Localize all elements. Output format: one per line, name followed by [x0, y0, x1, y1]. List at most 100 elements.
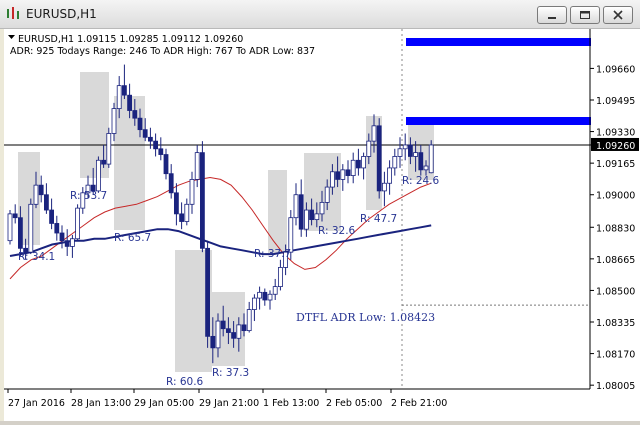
adr-header: ADR: 925 Todays Range: 246 To ADR High: … — [10, 46, 315, 57]
candle-body — [96, 159, 101, 192]
chart-window: EURUSD,H1 R: 34.1 R: 53.7 R: 65.7 R: 60.6 R:… — [0, 0, 640, 421]
candle-body — [54, 223, 60, 234]
price-tick-label: 1.08170 — [596, 350, 635, 361]
candle-body — [199, 152, 205, 249]
candle-body — [298, 194, 304, 230]
candle-body — [210, 335, 216, 349]
candle — [106, 127, 112, 168]
candle-body — [7, 213, 13, 242]
candle-body — [355, 159, 361, 169]
window-title: EURUSD,H1 — [26, 7, 97, 21]
candle-body — [340, 169, 346, 180]
time-tick-label: 27 Jan 2016 — [8, 398, 65, 409]
candle-body — [231, 332, 237, 339]
candle-body — [59, 232, 65, 242]
chart-canvas[interactable]: R: 34.1 R: 53.7 R: 65.7 R: 60.6 R: 37.3 R: 37… — [4, 29, 640, 421]
candle-body — [251, 297, 257, 310]
candle-body — [153, 140, 159, 150]
candle-body — [293, 194, 299, 219]
price-tick-label: 1.08500 — [596, 286, 635, 297]
restore-icon — [580, 11, 590, 19]
candle-body — [387, 167, 393, 184]
ohlc-header: EURUSD,H1 1.09115 1.09285 1.09112 1.0926… — [18, 34, 243, 45]
candle-body — [205, 247, 211, 337]
chart-window-icon — [7, 7, 19, 19]
current-price-label: 1.09260 — [596, 141, 635, 152]
range-label: R: 60.6 — [166, 376, 204, 388]
range-box — [268, 170, 287, 253]
restore-button[interactable] — [570, 6, 600, 24]
candle-body — [12, 213, 18, 219]
candle-body — [267, 293, 273, 301]
candle — [7, 210, 13, 245]
candle-body — [127, 94, 132, 111]
candle-body — [215, 320, 221, 349]
candle — [28, 198, 34, 255]
candle-body — [17, 217, 23, 249]
range-label: R: 37.7 — [254, 248, 291, 260]
candle-body — [402, 144, 408, 150]
time-tick-label: 29 Jan 05:00 — [134, 398, 194, 409]
candle — [199, 141, 205, 253]
range-label: R: 34.1 — [18, 251, 55, 263]
candle-body — [413, 152, 419, 157]
candle-body — [132, 110, 138, 119]
candle — [428, 140, 434, 174]
candle-body — [376, 125, 382, 192]
candle-body — [33, 184, 39, 205]
candle-body — [168, 173, 174, 194]
candle-body — [75, 207, 80, 240]
candle-body — [257, 291, 263, 299]
candle-body — [428, 144, 434, 174]
price-tick-label: 1.09495 — [596, 96, 635, 107]
candle-body — [220, 320, 226, 330]
time-tick-label: 2 Feb 05:00 — [326, 398, 382, 409]
time-tick-label: 29 Jan 21:00 — [199, 398, 259, 409]
candle-body — [418, 152, 424, 171]
candle-body — [303, 209, 309, 230]
range-label: R: 47.7 — [360, 213, 397, 225]
candle — [96, 156, 101, 193]
price-chart[interactable]: R: 34.1 R: 53.7 R: 65.7 R: 60.6 R: 37.3 R: 37… — [4, 29, 640, 421]
candle — [205, 240, 211, 348]
price-tick-label: 1.09000 — [596, 191, 635, 202]
minimize-icon — [548, 17, 556, 19]
price-tick-label: 1.08665 — [596, 255, 635, 266]
candle-body — [173, 192, 179, 215]
candle-body — [272, 286, 278, 295]
range-label: R: 37.3 — [212, 367, 249, 379]
adr-high-band — [406, 38, 591, 46]
candle-body — [361, 156, 367, 169]
candle-body — [246, 309, 252, 332]
candle-body — [225, 328, 231, 333]
candle-body — [189, 179, 195, 205]
candle-body — [137, 117, 143, 131]
candle-body — [184, 203, 190, 222]
price-tick-label: 1.08335 — [596, 318, 635, 329]
minimize-button[interactable] — [537, 6, 567, 24]
range-label: R: 53.7 — [70, 190, 107, 202]
candle-body — [111, 108, 117, 134]
price-tick-label: 1.08830 — [596, 223, 635, 234]
range-label: R: 24.6 — [402, 175, 440, 187]
candle-body — [277, 267, 283, 288]
candle-body — [319, 201, 325, 215]
close-button[interactable] — [603, 6, 633, 24]
time-tick-label: 2 Feb 21:00 — [391, 398, 447, 409]
price-tick-label: 1.08005 — [596, 381, 635, 392]
candle-body — [397, 148, 403, 157]
candle-body — [142, 129, 148, 138]
candle-body — [179, 213, 185, 222]
candle — [376, 118, 382, 199]
close-icon — [613, 10, 623, 20]
candle-body — [407, 144, 413, 157]
adr-low-label: DTFL ADR Low: 1.08423 — [296, 311, 435, 324]
candle-body — [335, 171, 341, 180]
candle-body — [329, 171, 335, 188]
time-tick-label: 28 Jan 13:00 — [71, 398, 131, 409]
candle-body — [38, 184, 44, 196]
candle — [75, 204, 80, 241]
title-bar[interactable]: EURUSD,H1 — [0, 0, 640, 29]
time-tick-label: 1 Feb 13:00 — [263, 398, 319, 409]
candle-body — [106, 133, 112, 165]
